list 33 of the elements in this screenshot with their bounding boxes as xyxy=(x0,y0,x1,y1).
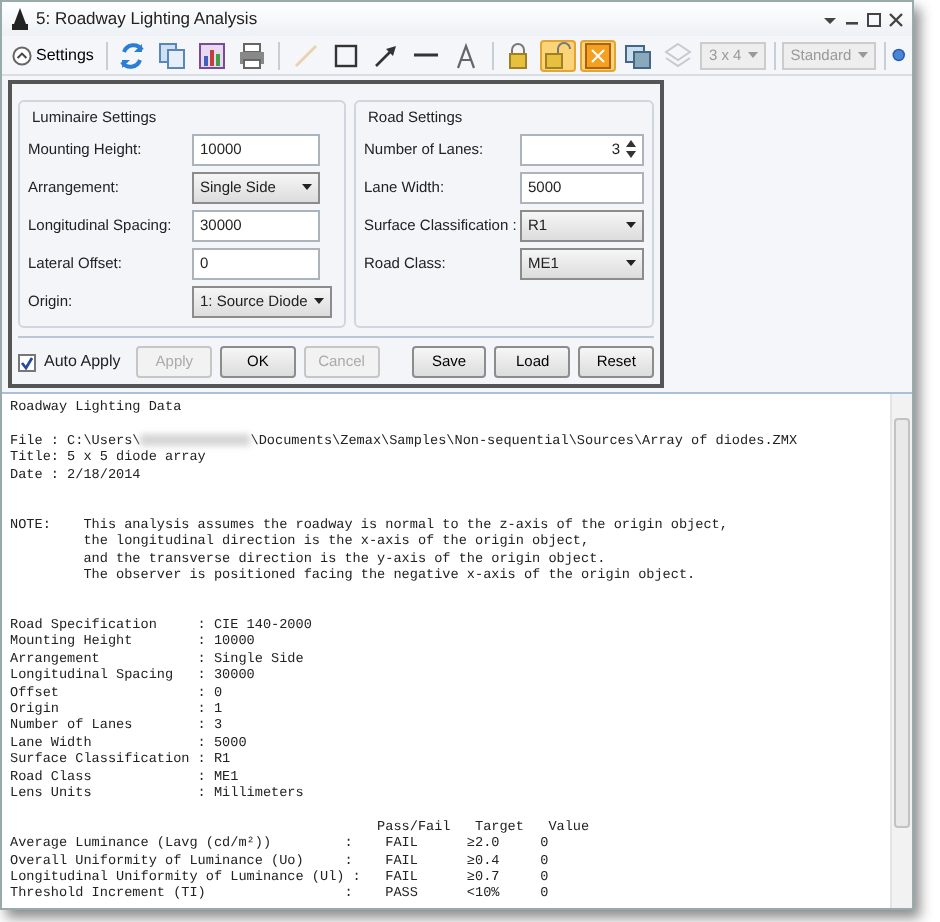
line-icon xyxy=(411,52,440,58)
caret-icon xyxy=(626,221,636,229)
tool-button[interactable] xyxy=(194,39,231,71)
maximize-icon[interactable] xyxy=(866,11,882,27)
rectangle-icon xyxy=(331,41,360,69)
caret-icon xyxy=(314,297,324,305)
caret-icon xyxy=(302,183,312,191)
caret-icon xyxy=(857,51,868,59)
line-icon xyxy=(291,41,320,69)
layers-icon xyxy=(664,41,693,69)
window-title: 5: Roadway Lighting Analysis xyxy=(36,6,260,32)
chevron-icon xyxy=(12,45,32,65)
lamp-icon xyxy=(10,8,30,30)
spinner-icon[interactable] xyxy=(626,140,636,158)
chart-icon xyxy=(198,41,227,69)
lock-icon xyxy=(504,41,533,69)
scrollbar[interactable] xyxy=(890,394,912,908)
checkbox-label: Auto Apply xyxy=(44,350,121,374)
copy-icon xyxy=(158,41,187,69)
text-icon xyxy=(451,41,480,69)
settings-toggle[interactable]: Settings xyxy=(8,39,98,71)
caret-icon xyxy=(747,51,758,59)
caret-icon xyxy=(626,259,636,267)
refresh-icon xyxy=(118,41,147,69)
checkbox[interactable] xyxy=(18,353,36,371)
redacted-mark xyxy=(140,433,251,446)
close-icon[interactable] xyxy=(888,11,904,27)
window-icon xyxy=(624,41,653,69)
tool-button[interactable] xyxy=(620,39,657,71)
unlock-icon xyxy=(544,41,573,69)
scroll-thumb[interactable] xyxy=(894,418,910,828)
arrow-icon xyxy=(371,41,400,69)
print-icon xyxy=(238,41,267,69)
